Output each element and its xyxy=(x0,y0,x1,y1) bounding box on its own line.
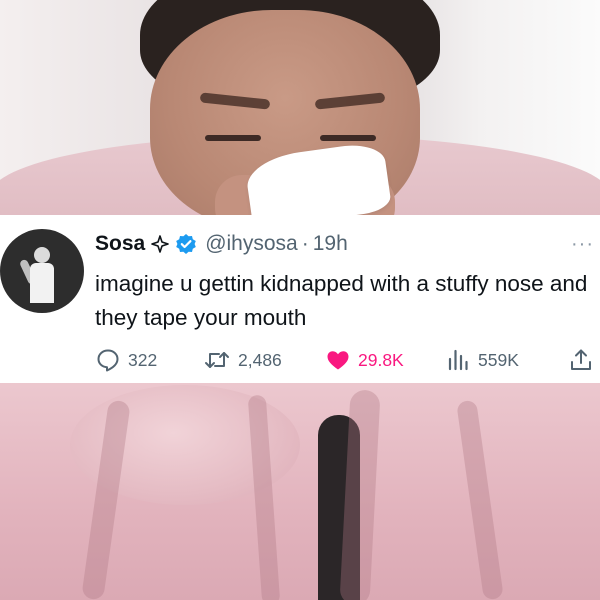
timestamp[interactable]: 19h xyxy=(313,232,348,256)
sparkle-icon xyxy=(151,235,170,253)
views-button[interactable]: 559K xyxy=(445,347,519,373)
separator-dot: · xyxy=(301,232,309,255)
retweet-button[interactable]: 2,486 xyxy=(203,347,282,373)
verified-badge-icon xyxy=(175,233,197,255)
retweet-icon xyxy=(203,347,231,373)
retweet-count: 2,486 xyxy=(238,349,282,370)
tweet-header: Sosa @ihysosa · 19h xyxy=(95,231,348,257)
like-button[interactable]: 29.8K xyxy=(325,347,404,373)
meme-image: Sosa @ihysosa · 19h ··· imagine u gettin… xyxy=(0,0,600,600)
display-name[interactable]: Sosa xyxy=(95,232,145,256)
reply-icon xyxy=(95,347,121,373)
more-icon[interactable]: ··· xyxy=(571,233,594,256)
view-count: 559K xyxy=(478,349,519,370)
reply-button[interactable]: 322 xyxy=(95,347,157,373)
avatar[interactable] xyxy=(0,229,84,313)
like-count: 29.8K xyxy=(358,349,404,370)
share-button[interactable] xyxy=(568,347,594,373)
like-icon xyxy=(325,347,351,373)
views-icon xyxy=(445,347,471,373)
tweet-card: Sosa @ihysosa · 19h ··· imagine u gettin… xyxy=(0,215,600,383)
tweet-actions: 322 2,486 29.8K 559K xyxy=(95,347,594,373)
reply-count: 322 xyxy=(128,349,158,370)
share-icon xyxy=(568,347,594,373)
user-handle[interactable]: @ihysosa xyxy=(205,232,298,256)
tweet-text: imagine u gettin kidnapped with a stuffy… xyxy=(95,271,588,330)
